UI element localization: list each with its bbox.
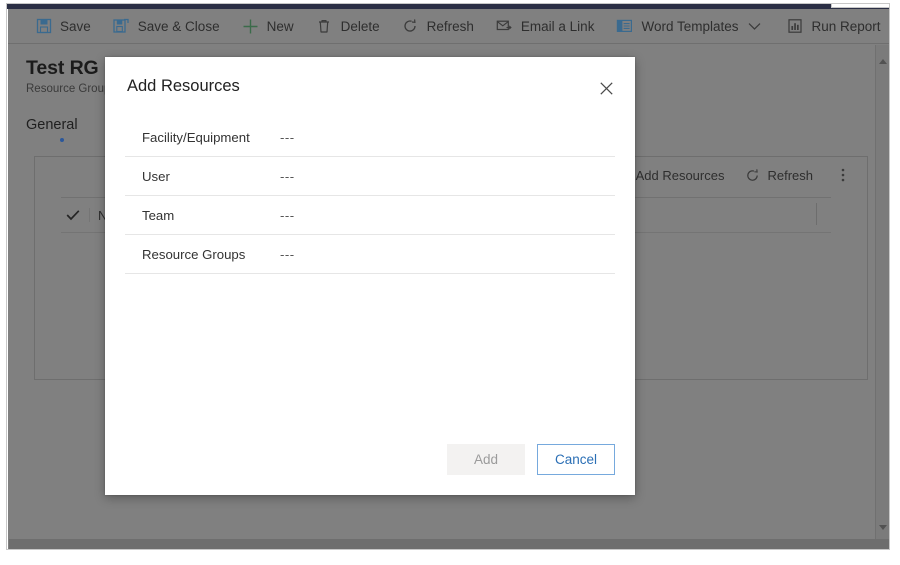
chevron-down-icon[interactable] [887, 9, 889, 44]
cancel-button[interactable]: Cancel [537, 444, 615, 475]
save-button-label: Save [60, 18, 91, 34]
new-button-label: New [266, 18, 294, 34]
tab-general[interactable]: General [26, 117, 94, 142]
application-window: Save Save & Close New Delete Refresh Ema… [6, 3, 890, 550]
run-report-button[interactable]: Run Report [776, 9, 890, 44]
word-templates-button-label: Word Templates [641, 18, 739, 34]
scroll-up-icon[interactable] [879, 59, 887, 64]
save-button[interactable]: Save [24, 9, 102, 44]
delete-button[interactable]: Delete [305, 9, 391, 44]
refresh-icon [744, 167, 760, 183]
vertical-scrollbar[interactable] [875, 45, 889, 542]
add-resources-button-label: Add Resources [635, 167, 725, 183]
dialog-action-bar: Add Cancel [447, 444, 615, 475]
subgrid-refresh-button[interactable]: Refresh [734, 160, 823, 190]
column-divider [89, 208, 90, 222]
field-value-resource-groups[interactable]: --- [280, 247, 295, 262]
command-bar: Save Save & Close New Delete Refresh Ema… [8, 9, 890, 44]
email-a-link-button-label: Email a Link [520, 18, 595, 34]
refresh-button[interactable]: Refresh [391, 9, 485, 44]
field-label-team: Team [142, 207, 175, 223]
field-label-resource-groups: Resource Groups [142, 246, 246, 262]
field-row-facility-equipment[interactable]: Facility/Equipment --- [125, 118, 615, 157]
save-and-close-button-label: Save & Close [137, 18, 220, 34]
save-and-close-icon [113, 18, 130, 35]
new-button[interactable]: New [231, 9, 305, 44]
subgrid-refresh-button-label: Refresh [767, 167, 813, 183]
report-icon [787, 18, 804, 35]
field-label-user: User [142, 168, 170, 184]
overflow-menu-icon [835, 167, 851, 183]
field-row-user[interactable]: User --- [125, 157, 615, 196]
subgrid-overflow-button[interactable] [823, 160, 863, 190]
field-row-resource-groups[interactable]: Resource Groups --- [125, 235, 615, 274]
delete-button-label: Delete [340, 18, 380, 34]
grid-column-resize-handle[interactable] [816, 203, 817, 225]
email-a-link-button[interactable]: Email a Link [485, 9, 606, 44]
window-bottom-strip [9, 539, 889, 549]
add-button[interactable]: Add [447, 444, 525, 475]
field-value-facility-equipment[interactable]: --- [280, 130, 295, 145]
refresh-icon [402, 18, 419, 35]
word-templates-button[interactable]: Word Templates [605, 9, 775, 44]
trash-icon [316, 18, 333, 35]
field-label-facility-equipment: Facility/Equipment [142, 129, 250, 145]
chevron-down-icon[interactable] [745, 9, 765, 44]
dialog-title: Add Resources [127, 77, 240, 95]
save-icon [35, 18, 52, 35]
dialog-field-list: Facility/Equipment --- User --- Team ---… [125, 118, 615, 274]
tab-general-label: General [26, 117, 78, 133]
add-resources-dialog: Add Resources Facility/Equipment --- Use… [105, 57, 635, 495]
run-report-button-label: Run Report [811, 18, 881, 34]
field-row-team[interactable]: Team --- [125, 196, 615, 235]
tab-strip: General [26, 117, 94, 147]
tab-selected-indicator [60, 138, 64, 142]
checkmark-icon[interactable] [61, 209, 85, 221]
refresh-button-label: Refresh [426, 18, 474, 34]
field-value-user[interactable]: --- [280, 169, 295, 184]
window-top-right-notch [831, 4, 889, 8]
email-link-icon [496, 18, 513, 35]
subgrid-toolbar: Add Resources Refresh [603, 160, 863, 190]
close-icon[interactable] [593, 75, 619, 101]
field-value-team[interactable]: --- [280, 208, 295, 223]
word-template-icon [616, 18, 633, 35]
scroll-down-icon[interactable] [879, 525, 887, 530]
plus-icon [242, 18, 259, 35]
save-and-close-button[interactable]: Save & Close [102, 9, 231, 44]
